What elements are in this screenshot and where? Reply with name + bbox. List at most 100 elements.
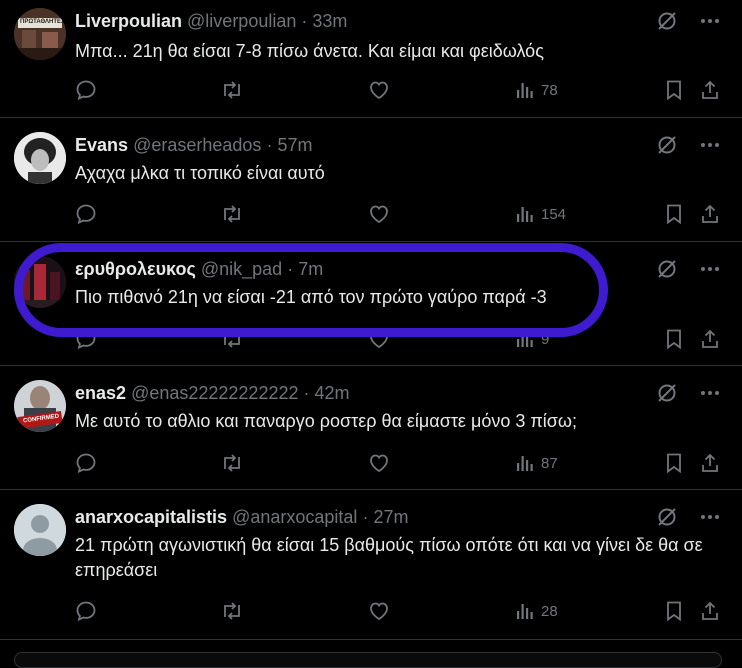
- tweet-text: Αχαχα μλκα τι τοπικό είναι αυτό: [75, 163, 325, 183]
- reply-button[interactable]: [75, 452, 97, 474]
- reply-composer-bar[interactable]: [14, 652, 722, 668]
- retweet-button[interactable]: [220, 600, 244, 622]
- reply-icon: [75, 203, 97, 225]
- timestamp[interactable]: 57m: [277, 135, 312, 155]
- reply-button[interactable]: [75, 203, 97, 225]
- views-icon: [515, 329, 535, 349]
- views-count: 28: [541, 602, 558, 620]
- bookmark-button[interactable]: [664, 600, 684, 622]
- separator: ·: [303, 383, 310, 403]
- reply-button[interactable]: [75, 600, 97, 622]
- share-button[interactable]: [700, 79, 720, 101]
- more-icon[interactable]: [700, 383, 720, 408]
- tweet-header: ερυθρολευκος @nik_pad · 7m: [75, 258, 323, 280]
- like-button[interactable]: [368, 79, 390, 101]
- like-icon: [368, 600, 390, 622]
- like-button[interactable]: [368, 328, 390, 350]
- separator: ·: [301, 11, 308, 31]
- like-icon: [368, 79, 390, 101]
- timestamp[interactable]: 33m: [312, 11, 347, 31]
- views-icon: [515, 204, 535, 224]
- tweet-text: Πιο πιθανό 21η να είσαι -21 από τον πρώτ…: [75, 287, 547, 307]
- views-icon: [515, 80, 535, 100]
- views-button[interactable]: 154: [515, 204, 566, 224]
- retweet-button[interactable]: [220, 79, 244, 101]
- avatar[interactable]: ΠΡΩΤΑΘΛΗΤΕΣ: [14, 8, 66, 60]
- author-name[interactable]: Liverpoulian: [75, 11, 182, 31]
- grok-icon[interactable]: [656, 382, 678, 409]
- author-name[interactable]: enas2: [75, 383, 126, 403]
- separator: ·: [266, 135, 273, 155]
- bookmark-button[interactable]: [664, 452, 684, 474]
- timestamp[interactable]: 7m: [298, 259, 323, 279]
- retweet-icon: [220, 600, 244, 622]
- more-icon[interactable]: [700, 11, 720, 36]
- grok-icon[interactable]: [656, 10, 678, 37]
- more-icon[interactable]: [700, 135, 720, 160]
- avatar[interactable]: [14, 256, 66, 308]
- avatar[interactable]: [14, 132, 66, 184]
- views-button[interactable]: 78: [515, 80, 558, 100]
- bookmark-button[interactable]: [664, 203, 684, 225]
- share-icon: [700, 79, 720, 101]
- like-button[interactable]: [368, 452, 390, 474]
- separator: ·: [362, 507, 369, 527]
- separator: ·: [287, 259, 294, 279]
- retweet-button[interactable]: [220, 328, 244, 350]
- author-name[interactable]: anarxocapitalistis: [75, 507, 227, 527]
- author-handle[interactable]: @anarxocapital: [232, 507, 357, 527]
- author-handle[interactable]: @liverpoulian: [187, 11, 296, 31]
- tweet-header: Evans @eraserheados · 57m: [75, 134, 312, 156]
- reply-button[interactable]: [75, 328, 97, 350]
- like-icon: [368, 452, 390, 474]
- reply-button[interactable]: [75, 79, 97, 101]
- author-handle[interactable]: @eraserheados: [133, 135, 261, 155]
- avatar[interactable]: CONFIRMED: [14, 380, 66, 432]
- bookmark-icon: [664, 452, 684, 474]
- retweet-button[interactable]: [220, 203, 244, 225]
- grok-icon[interactable]: [656, 506, 678, 533]
- tweet[interactable]: Evans @eraserheados · 57m Αχαχα μλκα τι …: [0, 118, 742, 242]
- views-count: 9: [541, 330, 550, 348]
- share-button[interactable]: [700, 452, 720, 474]
- like-button[interactable]: [368, 203, 390, 225]
- retweet-icon: [220, 79, 244, 101]
- more-icon[interactable]: [700, 259, 720, 284]
- more-icon[interactable]: [700, 507, 720, 532]
- grok-icon[interactable]: [656, 258, 678, 285]
- share-icon: [700, 203, 720, 225]
- author-handle[interactable]: @nik_pad: [201, 259, 282, 279]
- views-icon: [515, 601, 535, 621]
- author-name[interactable]: Evans: [75, 135, 128, 155]
- timestamp[interactable]: 27m: [373, 507, 408, 527]
- author-handle[interactable]: @enas22222222222: [131, 383, 298, 403]
- share-icon: [700, 600, 720, 622]
- share-icon: [700, 452, 720, 474]
- tweet-header: anarxocapitalistis @anarxocapital · 27m: [75, 506, 408, 528]
- bookmark-button[interactable]: [664, 79, 684, 101]
- author-name[interactable]: ερυθρολευκος: [75, 259, 196, 279]
- share-button[interactable]: [700, 600, 720, 622]
- avatar[interactable]: [14, 504, 66, 556]
- bookmark-icon: [664, 328, 684, 350]
- bookmark-button[interactable]: [664, 328, 684, 350]
- timestamp[interactable]: 42m: [315, 383, 350, 403]
- views-button[interactable]: 9: [515, 329, 549, 349]
- tweet[interactable]: CONFIRMED enas2 @enas22222222222 · 42m Μ…: [0, 366, 742, 490]
- views-count: 154: [541, 205, 567, 223]
- tweet-text: Με αυτό το αθλιο και παναργο ροστερ θα ε…: [75, 411, 577, 431]
- tweet[interactable]: ερυθρολευκος @nik_pad · 7m Πιο πιθανό 21…: [0, 242, 742, 366]
- like-icon: [368, 328, 390, 350]
- views-button[interactable]: 87: [515, 453, 558, 473]
- tweet[interactable]: anarxocapitalistis @anarxocapital · 27m …: [0, 490, 742, 640]
- grok-icon[interactable]: [656, 134, 678, 161]
- retweet-button[interactable]: [220, 452, 244, 474]
- share-button[interactable]: [700, 328, 720, 350]
- views-icon: [515, 453, 535, 473]
- tweet-text: Μπα... 21η θα είσαι 7-8 πίσω άνετα. Και …: [75, 41, 544, 61]
- like-button[interactable]: [368, 600, 390, 622]
- share-button[interactable]: [700, 203, 720, 225]
- tweet-header: Liverpoulian @liverpoulian · 33m: [75, 10, 347, 32]
- tweet[interactable]: ΠΡΩΤΑΘΛΗΤΕΣ Liverpoulian @liverpoulian ·…: [0, 0, 742, 118]
- views-button[interactable]: 28: [515, 601, 558, 621]
